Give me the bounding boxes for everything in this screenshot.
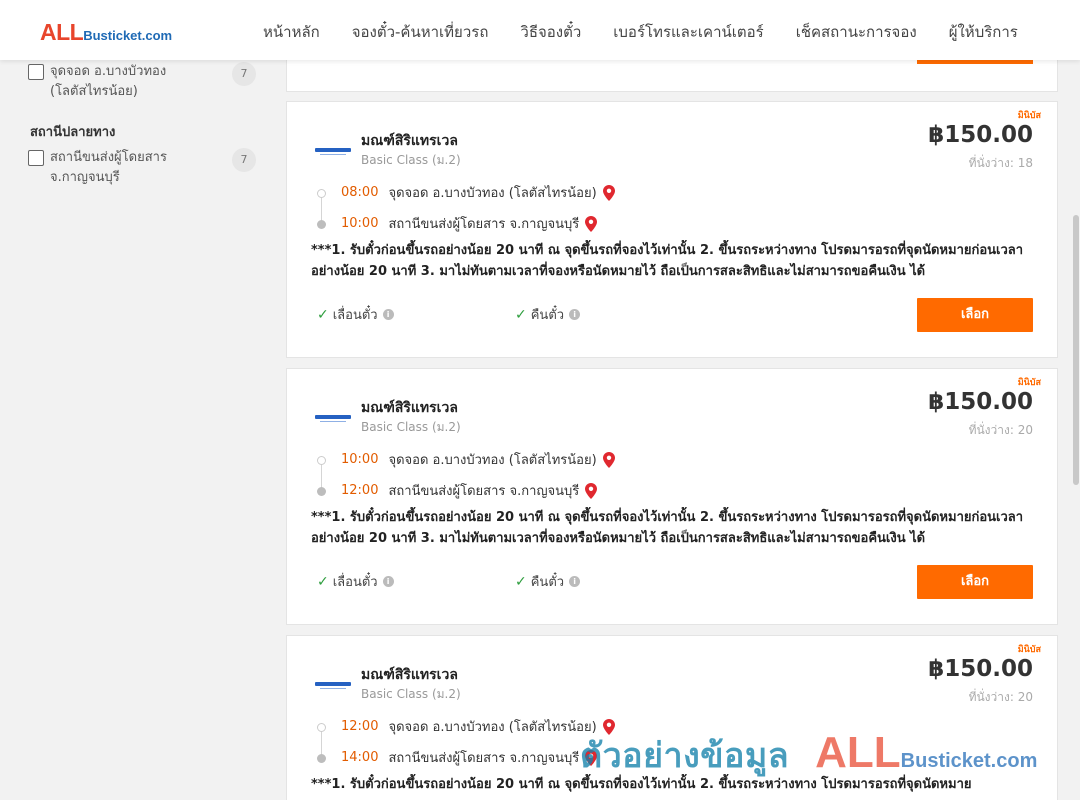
info-icon[interactable]: i [569, 309, 581, 320]
route-timeline: 10:00 จุดจอด อ.บางบัวทอง (โลตัสไทรน้อย) … [315, 449, 735, 509]
nav-operators[interactable]: ผู้ให้บริการ [949, 20, 1018, 44]
feature-refund-label: คืนตั๋ว [530, 308, 565, 323]
ticket-price: ฿150.00 [928, 122, 1033, 148]
check-icon: ✓ [317, 573, 329, 590]
watermark-thai-text: ตัวอย่างข้อมูล [580, 736, 790, 776]
main-nav: หน้าหลัก จองตั๋ว-ค้นหาเที่ยวรถ วิธีจองตั… [263, 20, 1050, 44]
origin-filter-checkbox[interactable] [28, 64, 44, 80]
nav-home[interactable]: หน้าหลัก [263, 20, 320, 44]
trip-card: มินิบัส มณฑ์สิริแทรเวล Basic Class (ม.2)… [286, 368, 1058, 625]
destination-dot [317, 220, 326, 229]
origin-filter-label: จุดจอด อ.บางบัวทอง (โลตัสไทรน้อย) [50, 64, 167, 99]
destination-dot [317, 487, 326, 496]
operator-name: มณฑ์สิริแทรเวล [361, 400, 458, 416]
departure-stop: 08:00 จุดจอด อ.บางบัวทอง (โลตัสไทรน้อย) [341, 182, 615, 203]
info-icon[interactable]: i [382, 576, 394, 587]
info-icon[interactable]: i [569, 576, 581, 587]
departure-place: จุดจอด อ.บางบัวทอง (โลตัสไทรน้อย) [388, 720, 597, 735]
vehicle-type-badge: มินิบัส [1017, 378, 1041, 388]
select-trip-button[interactable]: เลือก [917, 565, 1033, 599]
arrival-stop: 10:00 สถานีขนส่งผู้โดยสาร จ.กาญจนบุรี [341, 213, 598, 234]
origin-dot [317, 189, 326, 198]
arrival-stop: 12:00 สถานีขนส่งผู้โดยสาร จ.กาญจนบุรี [341, 480, 598, 501]
nav-how-to-book[interactable]: วิธีจองตั๋ว [520, 20, 581, 44]
operator-logo [315, 415, 351, 422]
origin-filter-count: 7 [232, 62, 256, 86]
seats-available: ที่นั่งว่าง: 20 [968, 690, 1033, 704]
scrollbar-thumb[interactable] [1073, 215, 1079, 485]
map-pin-icon[interactable] [602, 184, 615, 201]
destination-dot [317, 754, 326, 763]
seats-available: ที่นั่งว่าง: 20 [968, 423, 1033, 437]
departure-time: 10:00 [341, 452, 379, 467]
nav-book-search[interactable]: จองตั๋ว-ค้นหาเที่ยวรถ [352, 20, 489, 44]
feature-reschedule: ✓ เลื่อนตั๋ว i [317, 571, 394, 592]
feature-reschedule-label: เลื่อนตั๋ว [332, 575, 378, 590]
site-logo[interactable]: ALL Busticket.com [40, 19, 172, 46]
logo-domain-text: Busticket.com [83, 28, 173, 43]
origin-dot [317, 456, 326, 465]
trip-note: ***1. รับตั๋วก่อนขึ้นรถอย่างน้อย 20 นาที… [311, 510, 1024, 546]
operator-name: มณฑ์สิริแทรเวล [361, 667, 458, 683]
map-pin-icon[interactable] [585, 215, 598, 232]
arrival-place: สถานีขนส่งผู้โดยสาร จ.กาญจนบุรี [388, 484, 580, 499]
departure-time: 12:00 [341, 719, 379, 734]
feature-refund: ✓ คืนตั๋ว i [515, 571, 581, 592]
ticket-price: ฿150.00 [928, 389, 1033, 415]
departure-stop: 12:00 จุดจอด อ.บางบัวทอง (โลตัสไทรน้อย) [341, 716, 615, 737]
arrival-place: สถานีขนส่งผู้โดยสาร จ.กาญจนบุรี [388, 217, 580, 232]
arrival-time: 14:00 [341, 750, 379, 765]
arrival-time: 12:00 [341, 483, 379, 498]
info-icon[interactable]: i [382, 309, 394, 320]
destination-filter-count: 7 [232, 148, 256, 172]
feature-reschedule: ✓ เลื่อนตั๋ว i [317, 304, 394, 325]
operator-logo [315, 682, 351, 689]
check-icon: ✓ [317, 306, 329, 323]
seats-available: ที่นั่งว่าง: 18 [968, 156, 1033, 170]
ticket-price: ฿150.00 [928, 656, 1033, 682]
vehicle-type-badge: มินิบัส [1017, 645, 1041, 655]
sample-data-watermark: ตัวอย่างข้อมูล ALL Busticket.com [580, 728, 1037, 782]
origin-filter-row[interactable]: จุดจอด อ.บางบัวทอง (โลตัสไทรน้อย) 7 [28, 62, 256, 102]
watermark-all-text: ALL [815, 728, 901, 777]
destination-filter-checkbox[interactable] [28, 150, 44, 166]
destination-filter-label: สถานีขนส่งผู้โดยสาร จ.กาญจนบุรี [50, 150, 167, 185]
check-icon: ✓ [515, 306, 527, 323]
trip-note: ***1. รับตั๋วก่อนขึ้นรถอย่างน้อย 20 นาที… [311, 243, 1024, 279]
route-timeline: 08:00 จุดจอด อ.บางบัวทอง (โลตัสไทรน้อย) … [315, 182, 735, 242]
destination-filter-row[interactable]: สถานีขนส่งผู้โดยสาร จ.กาญจนบุรี 7 [28, 148, 256, 188]
watermark-domain-text: Busticket.com [900, 750, 1038, 772]
feature-refund-label: คืนตั๋ว [530, 575, 565, 590]
select-trip-button[interactable]: เลือก [917, 298, 1033, 332]
map-pin-icon[interactable] [602, 451, 615, 468]
site-header: ALL Busticket.com หน้าหลัก จองตั๋ว-ค้นหา… [0, 0, 1080, 60]
feature-refund: ✓ คืนตั๋ว i [515, 304, 581, 325]
service-class: Basic Class (ม.2) [361, 153, 461, 167]
departure-place: จุดจอด อ.บางบัวทอง (โลตัสไทรน้อย) [388, 186, 597, 201]
nav-check-status[interactable]: เช็คสถานะการจอง [796, 20, 917, 44]
origin-dot [317, 723, 326, 732]
logo-all-text: ALL [40, 19, 84, 45]
arrival-time: 10:00 [341, 216, 379, 231]
departure-time: 08:00 [341, 185, 379, 200]
destination-section-title: สถานีปลายทาง [30, 125, 116, 140]
departure-place: จุดจอด อ.บางบัวทอง (โลตัสไทรน้อย) [388, 453, 597, 468]
map-pin-icon[interactable] [585, 482, 598, 499]
operator-logo [315, 148, 351, 155]
service-class: Basic Class (ม.2) [361, 687, 461, 701]
departure-stop: 10:00 จุดจอด อ.บางบัวทอง (โลตัสไทรน้อย) [341, 449, 615, 470]
trip-card: มินิบัส มณฑ์สิริแทรเวล Basic Class (ม.2)… [286, 101, 1058, 358]
arrival-place: สถานีขนส่งผู้โดยสาร จ.กาญจนบุรี [388, 751, 580, 766]
vehicle-type-badge: มินิบัส [1017, 111, 1041, 121]
feature-reschedule-label: เลื่อนตั๋ว [332, 308, 378, 323]
service-class: Basic Class (ม.2) [361, 420, 461, 434]
page-scrollbar[interactable] [1072, 60, 1080, 800]
nav-phone-counter[interactable]: เบอร์โทรและเคาน์เตอร์ [613, 20, 763, 44]
arrival-stop: 14:00 สถานีขนส่งผู้โดยสาร จ.กาญจนบุรี [341, 747, 598, 768]
check-icon: ✓ [515, 573, 527, 590]
operator-name: มณฑ์สิริแทรเวล [361, 133, 458, 149]
